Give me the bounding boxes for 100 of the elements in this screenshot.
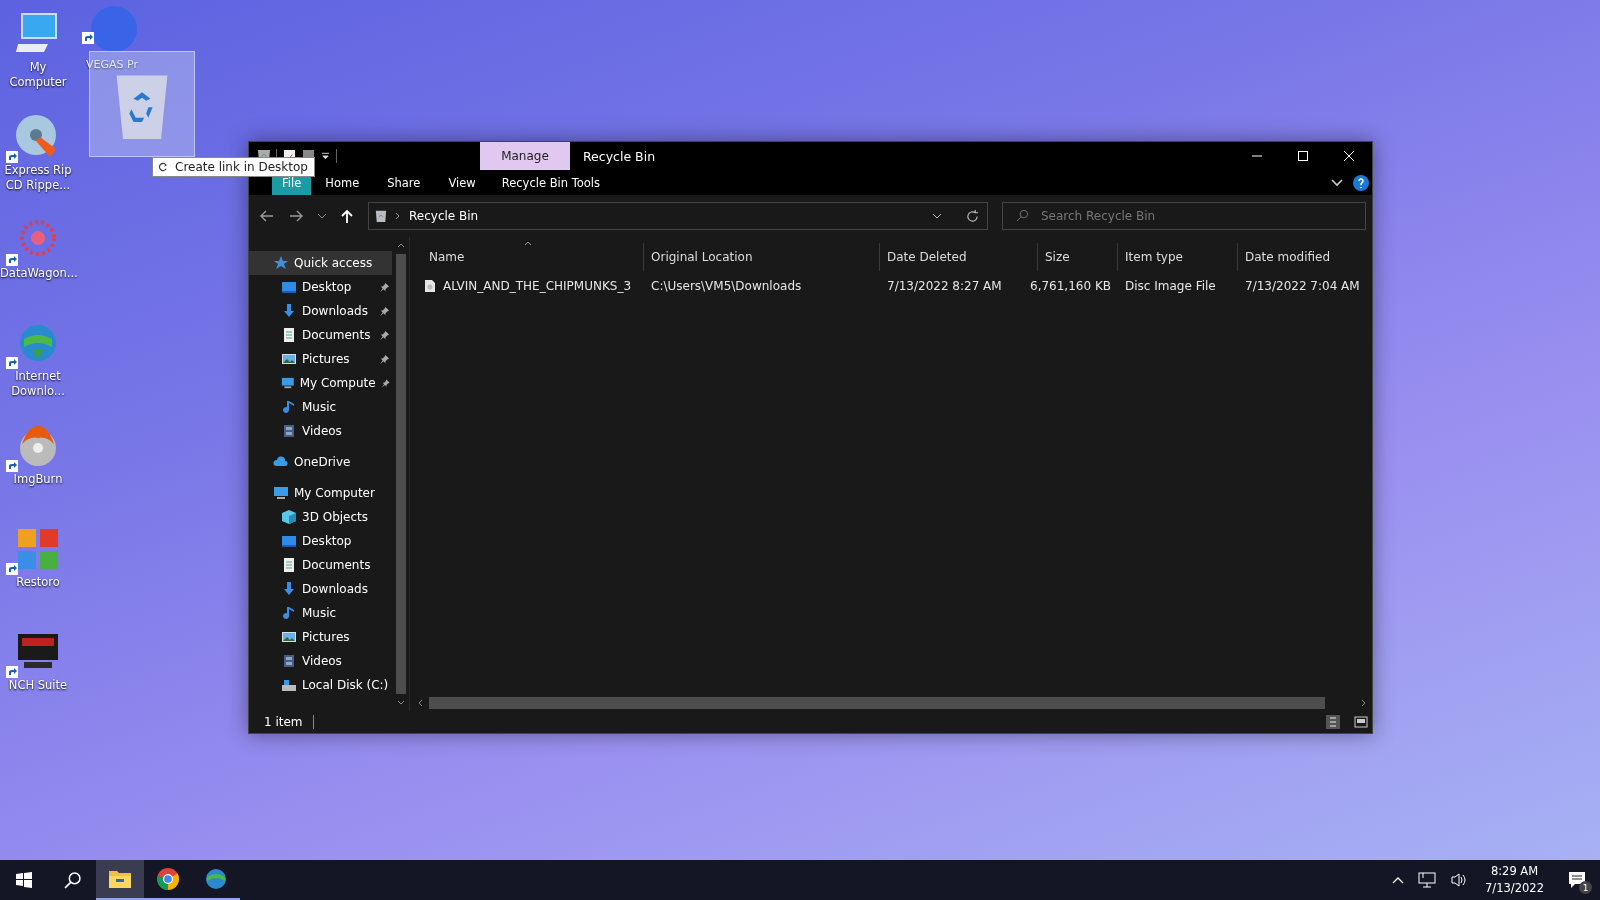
- table-cell: Disc Image File: [1125, 279, 1216, 293]
- ribbon-tab[interactable]: Home: [311, 170, 374, 195]
- desktop-icon-label[interactable]: Internet Downlo...: [0, 369, 76, 399]
- file-explorer-button[interactable]: [96, 860, 144, 900]
- download-icon: [281, 303, 297, 319]
- refresh-icon[interactable]: [966, 209, 979, 223]
- search-icon: [1016, 209, 1029, 222]
- scroll-left-icon[interactable]: [418, 698, 423, 707]
- picture-icon: [281, 351, 297, 367]
- video-icon: [281, 653, 297, 669]
- breadcrumb[interactable]: Recycle Bin: [409, 209, 479, 223]
- browser-icon: [156, 867, 180, 891]
- notification-center-button[interactable]: 1: [1554, 860, 1600, 900]
- navigation-item[interactable]: Local Disk (C:): [249, 673, 392, 697]
- navigation-item[interactable]: Desktop: [249, 529, 392, 553]
- message-icon: [1568, 871, 1586, 889]
- volume-icon[interactable]: [1450, 872, 1469, 888]
- pin-icon: [380, 377, 390, 389]
- navigation-item[interactable]: Documents: [249, 553, 392, 577]
- computer-icon: [273, 485, 289, 501]
- recycle-bin-icon: [375, 209, 387, 223]
- column-header[interactable]: Original Location: [644, 243, 880, 271]
- disk-icon: [281, 677, 297, 693]
- back-icon[interactable]: [259, 208, 275, 224]
- help-icon[interactable]: [1353, 174, 1369, 191]
- contextual-tab-header: Manage: [480, 142, 570, 170]
- desktop-icon-label[interactable]: Restoro: [0, 575, 76, 590]
- navigation-item[interactable]: Music: [249, 601, 392, 625]
- computer-icon: [281, 375, 295, 391]
- download-icon: [281, 581, 297, 597]
- navigation-item[interactable]: 3D Objects: [249, 505, 392, 529]
- folder-icon: [108, 869, 132, 889]
- video-icon: [281, 423, 297, 439]
- scroll-right-icon[interactable]: [1361, 698, 1366, 707]
- pin-icon: [379, 281, 390, 293]
- music-icon: [281, 399, 297, 415]
- navigation-item[interactable]: Music: [249, 395, 392, 419]
- column-header[interactable]: Item type: [1118, 243, 1238, 271]
- desktop-icon: [281, 279, 297, 295]
- desktop-icon-label[interactable]: Express Rip CD Rippe...: [0, 163, 76, 193]
- column-header[interactable]: Size: [1038, 243, 1118, 271]
- document-icon: [281, 327, 297, 343]
- network-icon[interactable]: [1418, 872, 1437, 888]
- column-header[interactable]: Name: [412, 243, 644, 271]
- forward-icon[interactable]: [288, 208, 304, 224]
- desktop-icon-label[interactable]: My Computer: [0, 60, 76, 90]
- notification-count-badge: 1: [1579, 881, 1592, 894]
- navigation-item[interactable]: OneDrive: [249, 450, 392, 474]
- navigation-item[interactable]: Desktop: [249, 275, 392, 299]
- star-icon: [273, 255, 289, 271]
- windows-logo-icon: [16, 872, 32, 888]
- navigation-item[interactable]: My Compute: [249, 371, 392, 395]
- desktop-icon-label[interactable]: ImgBurn: [0, 472, 76, 487]
- navigation-item[interactable]: Documents: [249, 323, 392, 347]
- navigation-item[interactable]: Videos: [249, 649, 392, 673]
- expand-ribbon-icon[interactable]: [1331, 178, 1343, 187]
- clock-time: 8:29 AM: [1490, 863, 1539, 880]
- globe-icon: [204, 867, 228, 891]
- file-name[interactable]: ALVIN_AND_THE_CHIPMUNKS_3: [443, 279, 632, 293]
- desktop-icon-label[interactable]: DataWagon...: [0, 266, 76, 281]
- breadcrumb-chevron-icon: [395, 212, 401, 220]
- pin-icon: [379, 329, 390, 341]
- music-icon: [281, 605, 297, 621]
- search-icon: [63, 871, 81, 889]
- sort-ascending-icon: [523, 241, 532, 246]
- item-count: 1 item: [264, 715, 303, 729]
- details-view-icon[interactable]: [1326, 715, 1340, 729]
- window-title: Recycle Bin: [583, 148, 657, 164]
- dropdown-icon[interactable]: [932, 213, 942, 219]
- clock[interactable]: 8:29 AM 7/13/2022: [1475, 863, 1554, 897]
- show-hidden-icons-icon[interactable]: [1392, 876, 1405, 884]
- recent-locations-icon[interactable]: [317, 213, 327, 219]
- column-header[interactable]: Date Deleted: [880, 243, 1038, 271]
- customize-dropdown-icon[interactable]: [321, 151, 330, 161]
- table-cell: 6,761,160 KB: [1030, 279, 1111, 293]
- desktop-icon: [281, 533, 297, 549]
- navigation-item[interactable]: My Computer: [249, 481, 392, 505]
- scroll-down-icon[interactable]: [396, 700, 405, 705]
- document-icon: [281, 557, 297, 573]
- search-field[interactable]: Search Recycle Bin: [1002, 202, 1366, 230]
- up-icon[interactable]: [339, 208, 355, 224]
- address-bar[interactable]: Recycle Bin: [368, 202, 988, 230]
- ribbon-tab[interactable]: Recycle Bin Tools: [493, 170, 608, 195]
- navigation-item[interactable]: Downloads: [249, 577, 392, 601]
- link-icon: [159, 162, 168, 172]
- navigation-item[interactable]: Quick access: [249, 251, 392, 275]
- table-cell: 7/13/2022 8:27 AM: [887, 279, 1002, 293]
- navigation-item[interactable]: Videos: [249, 419, 392, 443]
- navigation-item[interactable]: Pictures: [249, 625, 392, 649]
- navigation-item[interactable]: Pictures: [249, 347, 392, 371]
- scroll-up-icon[interactable]: [396, 243, 405, 248]
- ribbon-tab[interactable]: Share: [373, 170, 435, 195]
- column-header[interactable]: Date modified: [1238, 243, 1366, 271]
- large-icons-view-icon[interactable]: [1354, 715, 1368, 729]
- cube-icon: [281, 509, 297, 525]
- table-cell: 7/13/2022 7:04 AM: [1245, 279, 1360, 293]
- maximize-icon: [1297, 150, 1309, 162]
- navigation-item[interactable]: Downloads: [249, 299, 392, 323]
- picture-icon: [281, 629, 297, 645]
- ribbon-tab[interactable]: View: [434, 170, 490, 195]
